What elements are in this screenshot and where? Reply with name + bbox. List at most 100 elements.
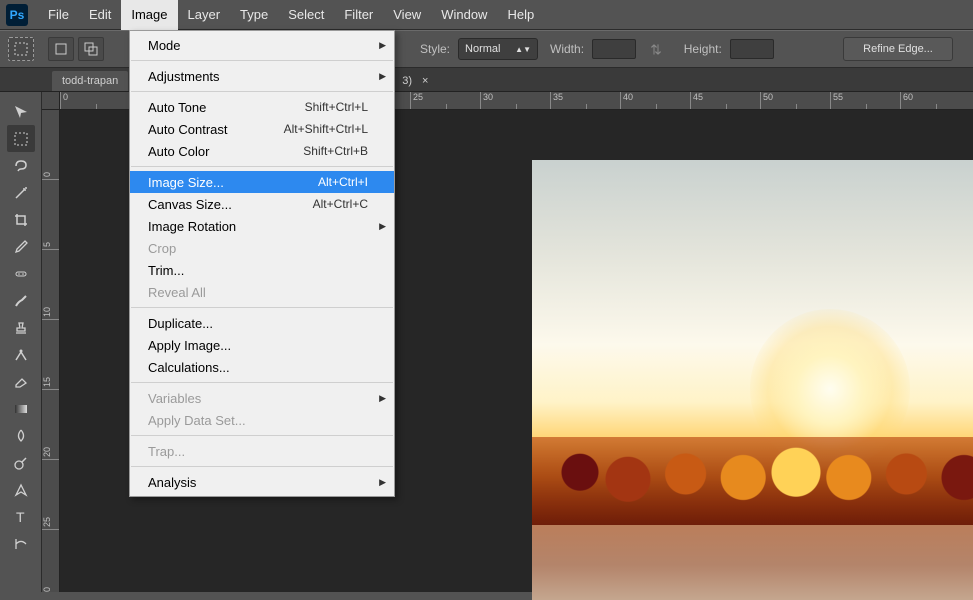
menu-separator <box>131 166 393 167</box>
dodge-tool-icon[interactable] <box>7 449 35 476</box>
type-tool-icon[interactable]: T <box>7 503 35 530</box>
menu-item-apply-image[interactable]: Apply Image... <box>130 334 394 356</box>
pen-tool-icon[interactable] <box>7 476 35 503</box>
swap-icon[interactable]: ⇄ <box>647 43 664 55</box>
crop-tool-icon[interactable] <box>7 206 35 233</box>
marquee-shape-icon[interactable] <box>8 37 34 61</box>
wand-tool-icon[interactable] <box>7 179 35 206</box>
document-tab-filename: todd-trapan <box>62 75 118 87</box>
document-tab-suffix: 3) <box>396 71 418 91</box>
menu-item-apply-data-set: Apply Data Set... <box>130 409 394 431</box>
menu-type[interactable]: Type <box>230 0 278 30</box>
style-dropdown[interactable]: Normal ▲▼ <box>458 38 538 60</box>
menu-image[interactable]: Image <box>121 0 177 30</box>
healing-tool-icon[interactable] <box>7 260 35 287</box>
height-field[interactable] <box>730 39 774 59</box>
ruler-tick: 55 <box>830 92 900 109</box>
style-label: Style: <box>420 42 450 56</box>
menu-item-shortcut: Shift+Ctrl+B <box>303 144 368 158</box>
menu-item-label: Auto Tone <box>148 100 206 115</box>
menu-item-label: Trap... <box>148 444 185 459</box>
brush-tool-icon[interactable] <box>7 287 35 314</box>
selection-add-icon[interactable] <box>78 37 104 61</box>
menu-item-label: Mode <box>148 38 181 53</box>
menu-separator <box>131 466 393 467</box>
menu-item-adjustments[interactable]: Adjustments <box>130 65 394 87</box>
menu-item-analysis[interactable]: Analysis <box>130 471 394 493</box>
menu-item-variables: Variables <box>130 387 394 409</box>
ruler-tick: 5 <box>42 180 59 250</box>
menu-item-label: Calculations... <box>148 360 230 375</box>
image-trees-region <box>532 437 973 525</box>
ruler-vertical: 0510152025303540 <box>42 110 60 592</box>
menu-layer[interactable]: Layer <box>178 0 231 30</box>
ruler-tick: 40 <box>620 92 690 109</box>
chevron-updown-icon: ▲▼ <box>515 45 531 54</box>
menu-item-label: Image Size... <box>148 175 224 190</box>
close-icon[interactable]: × <box>418 71 432 91</box>
menu-item-label: Image Rotation <box>148 219 236 234</box>
image-water-region <box>532 525 973 600</box>
menu-item-calculations[interactable]: Calculations... <box>130 356 394 378</box>
menu-item-trim[interactable]: Trim... <box>130 259 394 281</box>
tools-panel: T <box>0 92 42 592</box>
menu-item-auto-color[interactable]: Auto Color Shift+Ctrl+B <box>130 140 394 162</box>
menu-file[interactable]: File <box>38 0 79 30</box>
menu-item-auto-tone[interactable]: Auto ToneShift+Ctrl+L <box>130 96 394 118</box>
ruler-tick: 25 <box>42 460 59 530</box>
menu-separator <box>131 91 393 92</box>
menu-item-label: Variables <box>148 391 201 406</box>
menu-view[interactable]: View <box>383 0 431 30</box>
ruler-tick: 30 <box>42 530 59 592</box>
menu-item-image-size[interactable]: Image Size...Alt+Ctrl+I <box>130 171 394 193</box>
menu-item-crop: Crop <box>130 237 394 259</box>
menu-item-trap: Trap... <box>130 440 394 462</box>
menu-item-label: Canvas Size... <box>148 197 232 212</box>
menu-edit[interactable]: Edit <box>79 0 121 30</box>
history-tool-icon[interactable] <box>7 341 35 368</box>
selection-new-icon[interactable] <box>48 37 74 61</box>
app-logo-icon: Ps <box>6 4 28 26</box>
menu-filter[interactable]: Filter <box>334 0 383 30</box>
width-field[interactable] <box>592 39 636 59</box>
menu-item-label: Auto Contrast <box>148 122 228 137</box>
menu-item-label: Analysis <box>148 475 196 490</box>
menu-item-auto-contrast[interactable]: Auto Contrast Alt+Shift+Ctrl+L <box>130 118 394 140</box>
menu-item-canvas-size[interactable]: Canvas Size...Alt+Ctrl+C <box>130 193 394 215</box>
ruler-tick: 45 <box>690 92 760 109</box>
menu-separator <box>131 382 393 383</box>
ruler-tick: 50 <box>760 92 830 109</box>
menu-item-label: Adjustments <box>148 69 220 84</box>
menu-item-label: Apply Data Set... <box>148 413 246 428</box>
style-value: Normal <box>465 43 500 55</box>
menu-window[interactable]: Window <box>431 0 497 30</box>
document-tab[interactable]: todd-trapan <box>52 71 128 91</box>
menu-item-label: Auto Color <box>148 144 209 159</box>
menu-select[interactable]: Select <box>278 0 334 30</box>
menu-item-duplicate[interactable]: Duplicate... <box>130 312 394 334</box>
svg-text:T: T <box>16 509 25 525</box>
menu-item-label: Apply Image... <box>148 338 231 353</box>
refine-edge-button[interactable]: Refine Edge... <box>843 37 953 61</box>
menu-item-shortcut: Alt+Shift+Ctrl+L <box>284 122 368 136</box>
ruler-tick: 15 <box>42 320 59 390</box>
blur-tool-icon[interactable] <box>7 422 35 449</box>
lasso-tool-icon[interactable] <box>7 152 35 179</box>
stamp-tool-icon[interactable] <box>7 314 35 341</box>
image-menu-dropdown: ModeAdjustmentsAuto ToneShift+Ctrl+LAuto… <box>129 30 395 497</box>
path-tool-icon[interactable] <box>7 530 35 557</box>
menu-item-label: Reveal All <box>148 285 206 300</box>
menu-item-image-rotation[interactable]: Image Rotation <box>130 215 394 237</box>
menu-help[interactable]: Help <box>497 0 544 30</box>
ruler-tick: 0 <box>42 110 59 180</box>
menu-separator <box>131 60 393 61</box>
eraser-tool-icon[interactable] <box>7 368 35 395</box>
move-tool-icon[interactable] <box>7 98 35 125</box>
gradient-tool-icon[interactable] <box>7 395 35 422</box>
ruler-tick: 20 <box>42 390 59 460</box>
marquee-tool-icon[interactable] <box>7 125 35 152</box>
menu-item-mode[interactable]: Mode <box>130 34 394 56</box>
ruler-corner <box>42 92 60 110</box>
ruler-tick: 25 <box>410 92 480 109</box>
eyedropper-tool-icon[interactable] <box>7 233 35 260</box>
